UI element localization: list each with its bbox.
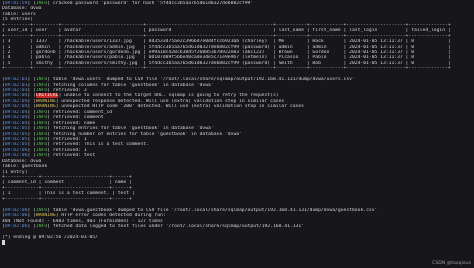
log-level-tag: INFO	[35, 77, 48, 83]
log-timestamp: 09:02:05	[4, 136, 28, 142]
output-text: [*] ending @ 09:02:56 /2024-01-05/	[2, 234, 98, 240]
log-level-tag: INFO	[35, 147, 48, 153]
log-message: fetched data logged to text files under …	[52, 223, 304, 229]
watermark: CSDN @taoqiaus	[432, 260, 471, 266]
log-message: fetching entries for table 'guestbook' i…	[52, 126, 214, 132]
log-level-tag: INFO	[35, 126, 48, 132]
log-timestamp: 09:02:04	[4, 120, 28, 126]
log-level-tag: INFO	[35, 120, 48, 126]
prompt-line	[2, 240, 472, 246]
log-timestamp: 09:02:06	[4, 147, 28, 153]
log-level-tag: INFO	[35, 142, 48, 148]
log-level-tag: INFO	[35, 136, 48, 142]
log-timestamp: 09:02:04	[4, 115, 28, 121]
log-timestamp: 09:01:59	[4, 1, 28, 6]
log-message: unexpected response detected. Will use (…	[61, 98, 285, 104]
log-level-tag: WARNING	[35, 104, 56, 110]
log-timestamp: 09:02:05	[4, 142, 28, 148]
log-timestamp: 09:02:06	[4, 153, 28, 159]
log-message: table 'dvwa.users' dumped to CSV file '/…	[52, 77, 355, 83]
terminal-line: +---------+---------+-------------------…	[2, 66, 472, 71]
log-message: retrieved: 1	[52, 136, 87, 142]
log-level-tag: INFO	[35, 82, 48, 88]
table-row: | 1 | This is a test comment. | test |	[2, 191, 135, 197]
table-row: | 4 | pablo | /hackable/users/pablo.jpg …	[2, 55, 451, 61]
log-level-tag: CRITICAL	[35, 93, 59, 99]
log-message: HTTP error codes detected during run:	[61, 213, 166, 219]
output-text: Database: dvwa	[2, 6, 42, 12]
log-level-tag: INFO	[35, 1, 48, 6]
table-row: +---------+---------+-------------------…	[2, 33, 451, 39]
log-timestamp: 09:02:05	[4, 126, 28, 132]
table-row: | 3 | 1337 | /hackable/users/1337.jpg | …	[2, 39, 451, 45]
table-row: | comment_id | comment | name |	[2, 180, 132, 186]
cursor	[2, 240, 5, 246]
log-level-tag: INFO	[35, 223, 48, 229]
log-message: unexpected HTTP code '200' detected. Wil…	[61, 104, 304, 110]
log-level-tag: INFO	[35, 207, 48, 213]
output-text: [5 entries]	[2, 17, 34, 23]
log-level-tag: WARNING	[35, 98, 56, 104]
log-timestamp: 09:02:03	[4, 88, 28, 93]
log-timestamp: 09:02:03	[4, 77, 28, 83]
log-message: retrieved: 1	[52, 147, 87, 153]
output-text: Table: users	[2, 11, 36, 17]
log-message: retrieved: test	[52, 153, 96, 159]
table-row: | user_id | user | avatar | password | l…	[2, 28, 451, 34]
log-timestamp: 09:02:04	[4, 104, 28, 110]
table-row: +------------+------------------------+-…	[2, 196, 132, 202]
log-message: cracked password 'password' for hash '5f…	[52, 1, 254, 6]
table-row: +---------+---------+-------------------…	[2, 66, 451, 72]
log-level-tag: INFO	[35, 109, 48, 115]
table-row: | 1 | admin | /hackable/users/admin.jpg …	[2, 44, 451, 50]
log-level-tag: WARNING	[35, 213, 56, 219]
log-message: fetching number of entries for table 'gu…	[52, 131, 242, 137]
log-timestamp: 09:02:06	[4, 213, 28, 219]
table-row: +---------+---------+-------------------…	[2, 22, 451, 28]
log-message: retrieved: comment	[52, 115, 104, 121]
log-timestamp: 09:02:03	[4, 82, 28, 88]
log-message: fetching columns for table 'guestbook' i…	[52, 82, 214, 88]
log-message: table 'dvwa.guestbook' dumped to CSV fil…	[52, 207, 378, 213]
log-message: unable to connect to the target URL. sql…	[64, 93, 279, 99]
log-level-tag: INFO	[35, 153, 48, 159]
table-row: | 5 | smithy | /hackable/users/smithy.jp…	[2, 60, 451, 66]
output-text: Table: guestbook	[2, 164, 48, 170]
log-timestamp: 09:02:04	[4, 93, 28, 99]
log-message: retrieved: This is a test comment.	[52, 142, 149, 148]
table-row: +------------+------------------------+-…	[2, 185, 132, 191]
output-text: 404 (Not Found) - 6403 times, 403 (Forbi…	[2, 218, 163, 224]
table-row: | 2 | gordonb | /hackable/users/gordonb.…	[2, 49, 451, 55]
terminal-window[interactable]: [09:01:59] [INFO] cracked password 'pass…	[0, 0, 474, 268]
log-level-tag: INFO	[35, 131, 48, 137]
log-level-tag: INFO	[35, 115, 48, 121]
log-message: retrieved: name	[52, 120, 96, 126]
log-timestamp: 09:02:06	[4, 207, 28, 213]
log-timestamp: 09:02:04	[4, 109, 28, 115]
log-level-tag: INFO	[35, 88, 48, 93]
output-text: [1 entry]	[2, 169, 28, 175]
log-message: retrieved: 3	[52, 88, 87, 93]
log-timestamp: 09:02:06	[4, 223, 28, 229]
output-text: Database: dvwa	[2, 158, 42, 164]
log-timestamp: 09:02:04	[4, 98, 28, 104]
table-row: +------------+------------------------+-…	[2, 175, 132, 180]
log-timestamp: 09:02:05	[4, 131, 28, 137]
log-message: retrieved: comment_id	[52, 109, 113, 115]
terminal-output: [09:01:59] [INFO] cracked password 'pass…	[2, 1, 472, 246]
